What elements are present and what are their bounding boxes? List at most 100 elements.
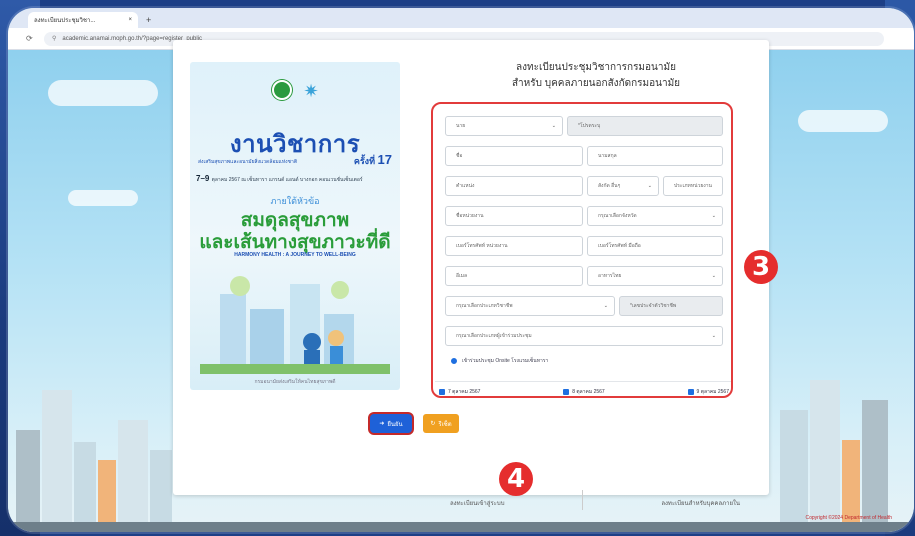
checkbox-day-1[interactable]: 7 ตุลาคม 2567 bbox=[439, 388, 480, 396]
step-marker-4: 4 bbox=[499, 462, 533, 496]
date-detail: ตุลาคม 2567 ณ เซ็นทารา แกรนด์ แอนด์ บางก… bbox=[211, 177, 363, 183]
chevron-down-icon: ⌄ bbox=[711, 333, 716, 339]
building-decoration bbox=[42, 390, 72, 532]
login-link[interactable]: ลงทะเบียนเข้าสู่ระบบ bbox=[450, 498, 505, 510]
refresh-icon: ↻ bbox=[430, 421, 436, 427]
registration-card: ✷ งานวิชาการ ส่งเสริมสุขภาพและอนามัยสิ่ง… bbox=[173, 40, 769, 495]
checkbox-day-1-label: 7 ตุลาคม 2567 bbox=[448, 389, 481, 395]
prefix-other-placeholder: *โปรดระบุ bbox=[578, 123, 601, 129]
reset-button[interactable]: ↻ รีเซ็ต bbox=[423, 414, 459, 433]
checkbox-day-2-label: 8 ตุลาคม 2567 bbox=[572, 389, 605, 395]
tab-close-icon[interactable]: × bbox=[128, 17, 132, 23]
org-phone-placeholder: เบอร์โทรศัพท์ หน่วยงาน bbox=[456, 243, 508, 249]
site-info-icon[interactable]: ⚲ bbox=[52, 35, 56, 42]
affiliation-select-value: สังกัด อื่นๆ bbox=[598, 183, 621, 189]
building-decoration bbox=[810, 380, 840, 532]
building-decoration bbox=[118, 420, 148, 532]
registration-form: นาย ⌄ *โปรดระบุ ชื่อ นามสกุล ตำแหน่ง สัง… bbox=[431, 102, 733, 398]
footer-strip bbox=[8, 522, 914, 532]
tab-bar: ลงทะเบียนประชุมวิชา... × + bbox=[8, 8, 914, 28]
onsite-radio-label: เข้าร่วมประชุม Onsite โรงแรมเซ็นทารา bbox=[462, 358, 549, 364]
position-placeholder: ตำแหน่ง bbox=[456, 183, 475, 189]
license-placeholder: *เลขประจำตัววิชาชีพ bbox=[630, 303, 677, 309]
confirm-button-label: ยืนยัน bbox=[387, 421, 403, 428]
form-heading-line-1: ลงทะเบียนประชุมวิชาการกรมอนามัย bbox=[516, 62, 676, 73]
copyright-text: Copyright ©2024 Department of Health bbox=[805, 515, 892, 521]
first-name-field[interactable]: ชื่อ bbox=[445, 146, 583, 166]
building-decoration bbox=[780, 410, 808, 532]
checkbox-day-2[interactable]: 8 ตุลาคม 2567 bbox=[563, 388, 605, 396]
building-decoration bbox=[862, 400, 888, 532]
affiliation-select[interactable]: สังกัด อื่นๆ ⌄ bbox=[587, 176, 659, 196]
cloud-decoration bbox=[48, 80, 158, 106]
tab-title: ลงทะเบียนประชุมวิชา... bbox=[34, 18, 96, 24]
internal-register-link[interactable]: ลงทะเบียนสำหรับบุคคลภายใน bbox=[661, 498, 740, 510]
bottom-links: ลงทะเบียนเข้าสู่ระบบ ลงทะเบียนสำหรับบุคค… bbox=[450, 490, 740, 510]
theme-english: HARMONY HEALTH : A JOURNEY TO WELL-BEING bbox=[234, 252, 356, 258]
save-icon: ➜ bbox=[379, 421, 385, 427]
date-main: 7–9 bbox=[196, 174, 210, 183]
chevron-down-icon: ⌄ bbox=[603, 303, 608, 309]
profession-select-value: กรุณาเลือกประเภทวิชาชีพ bbox=[456, 303, 513, 309]
edition-prefix: ครั้งที่ bbox=[353, 156, 376, 166]
org-type-field[interactable]: ประเภทหน่วยงาน bbox=[663, 176, 723, 196]
prefix-select[interactable]: นาย ⌄ bbox=[445, 116, 563, 136]
poster-date: 7–9 ตุลาคม 2567 ณ เซ็นทารา แกรนด์ แอนด์ … bbox=[196, 174, 363, 184]
license-field[interactable]: *เลขประจำตัววิชาชีพ bbox=[619, 296, 723, 316]
prefix-other-field[interactable]: *โปรดระบุ bbox=[567, 116, 723, 136]
checkbox-day-3[interactable]: 9 ตุลาคม 2567 bbox=[687, 388, 729, 396]
profession-select[interactable]: กรุณาเลือกประเภทวิชาชีพ ⌄ bbox=[445, 296, 615, 316]
event-logo-icon: ✷ bbox=[303, 81, 319, 101]
last-name-placeholder: นามสกุล bbox=[598, 153, 617, 159]
poster-caption: กรมอนามัยส่งเสริมให้คนไทยสุขภาพดี bbox=[254, 379, 336, 385]
chevron-down-icon: ⌄ bbox=[711, 213, 716, 219]
onsite-radio[interactable]: เข้าร่วมประชุม Onsite โรงแรมเซ็นทารา bbox=[451, 357, 548, 365]
food-select-value: อาหารไทย bbox=[598, 273, 622, 279]
building-decoration bbox=[74, 442, 96, 532]
radio-selected-icon[interactable] bbox=[451, 358, 457, 364]
department-logo-icon bbox=[272, 80, 292, 100]
divider bbox=[435, 381, 731, 382]
province-select-value: กรุณาเลือกจังหวัด bbox=[598, 213, 637, 219]
last-name-field[interactable]: นามสกุล bbox=[587, 146, 723, 166]
poster-illustration bbox=[200, 276, 390, 374]
checkbox-day-3-label: 9 ตุลาคม 2567 bbox=[696, 389, 729, 395]
form-heading: ลงทะเบียนประชุมวิชาการกรมอนามัย สำหรับ บ… bbox=[431, 60, 761, 91]
reload-icon[interactable]: ⟳ bbox=[26, 34, 40, 43]
building-decoration bbox=[150, 450, 172, 532]
form-heading-line-2: สำหรับ บุคคลภายนอกสังกัดกรมอนามัย bbox=[511, 78, 681, 89]
checkbox-checked-icon[interactable] bbox=[687, 389, 694, 395]
org-phone-field[interactable]: เบอร์โทรศัพท์ หน่วยงาน bbox=[445, 236, 583, 256]
position-field[interactable]: ตำแหน่ง bbox=[445, 176, 583, 196]
prefix-select-value: นาย bbox=[456, 123, 466, 129]
new-tab-icon[interactable]: + bbox=[146, 15, 151, 25]
first-name-placeholder: ชื่อ bbox=[456, 153, 463, 159]
mobile-placeholder: เบอร์โทรศัพท์ มือถือ bbox=[598, 243, 641, 249]
province-select[interactable]: กรุณาเลือกจังหวัด ⌄ bbox=[587, 206, 723, 226]
org-name-field[interactable]: ชื่อหน่วยงาน bbox=[445, 206, 583, 226]
day-checkboxes: 7 ตุลาคม 2567 8 ตุลาคม 2567 9 ตุลาคม 256… bbox=[439, 388, 729, 396]
mobile-field[interactable]: เบอร์โทรศัพท์ มือถือ bbox=[587, 236, 723, 256]
browser-tab[interactable]: ลงทะเบียนประชุมวิชา... × bbox=[28, 12, 138, 28]
org-type-placeholder: ประเภทหน่วยงาน bbox=[674, 183, 712, 189]
cloud-decoration bbox=[798, 110, 888, 132]
chevron-down-icon: ⌄ bbox=[711, 273, 716, 279]
chevron-down-icon: ⌄ bbox=[551, 123, 556, 129]
email-field[interactable]: อีเมล bbox=[445, 266, 583, 286]
checkbox-checked-icon[interactable] bbox=[439, 389, 445, 395]
food-select[interactable]: อาหารไทย ⌄ bbox=[587, 266, 723, 286]
event-poster: ✷ งานวิชาการ ส่งเสริมสุขภาพและอนามัยสิ่ง… bbox=[190, 62, 400, 390]
attendee-type-select-value: กรุณาเลือกประเภทผู้เข้าร่วมประชุม bbox=[456, 333, 532, 339]
edition-number: 17 bbox=[377, 152, 392, 167]
reset-button-label: รีเซ็ต bbox=[438, 421, 452, 428]
attendee-type-select[interactable]: กรุณาเลือกประเภทผู้เข้าร่วมประชุม ⌄ bbox=[445, 326, 723, 346]
poster-edition: ครั้งที่ 17 bbox=[354, 152, 392, 168]
email-placeholder: อีเมล bbox=[456, 273, 468, 279]
checkbox-checked-icon[interactable] bbox=[563, 389, 570, 395]
step-marker-3: 3 bbox=[744, 250, 778, 284]
org-name-placeholder: ชื่อหน่วยงาน bbox=[456, 213, 484, 219]
cloud-decoration bbox=[68, 190, 138, 206]
link-divider bbox=[582, 490, 584, 510]
chevron-down-icon: ⌄ bbox=[647, 183, 652, 189]
confirm-button[interactable]: ➜ ยืนยัน bbox=[370, 414, 412, 433]
